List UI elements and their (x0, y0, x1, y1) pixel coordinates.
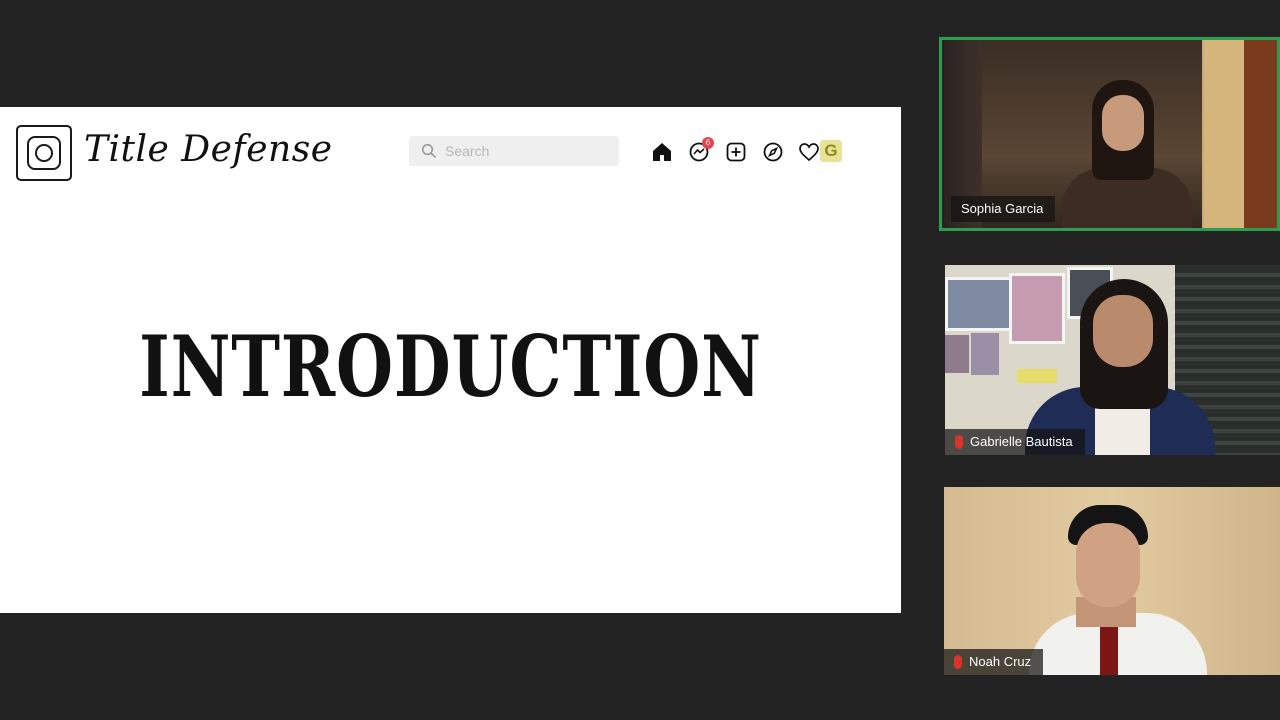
profile-avatar[interactable]: G (820, 140, 842, 162)
participant-name: Noah Cruz (969, 654, 1032, 669)
mic-muted-icon (955, 435, 963, 449)
participant-name-tag: Sophia Garcia (951, 196, 1056, 222)
slide-brand: Title Defense (84, 129, 333, 170)
slide-header: Title Defense 6 G (0, 107, 901, 197)
shared-slide: Title Defense 6 G INTR (0, 107, 901, 613)
search-icon (421, 143, 437, 159)
slide-title: INTRODUCTION (139, 317, 762, 416)
participant-name-tag: Noah Cruz (944, 649, 1044, 675)
new-post-icon[interactable] (725, 141, 747, 163)
video-feed (945, 265, 1280, 455)
explore-icon[interactable] (762, 141, 784, 163)
participant-name: Gabrielle Bautista (970, 434, 1073, 449)
search-box[interactable] (409, 136, 619, 166)
video-feed (944, 487, 1280, 675)
mic-muted-icon (954, 655, 962, 669)
search-input[interactable] (445, 136, 615, 166)
camera-logo-icon (16, 125, 72, 181)
participant-tile-noah[interactable]: Noah Cruz (944, 487, 1280, 675)
participant-name: Sophia Garcia (961, 201, 1044, 216)
heart-icon[interactable] (798, 141, 820, 163)
participant-tile-sophia[interactable]: Sophia Garcia (939, 37, 1280, 231)
notification-badge: 6 (702, 137, 714, 149)
participant-tile-gabrielle[interactable]: Gabrielle Bautista (945, 265, 1280, 455)
home-icon[interactable] (651, 141, 673, 163)
participant-name-tag: Gabrielle Bautista (945, 429, 1085, 455)
